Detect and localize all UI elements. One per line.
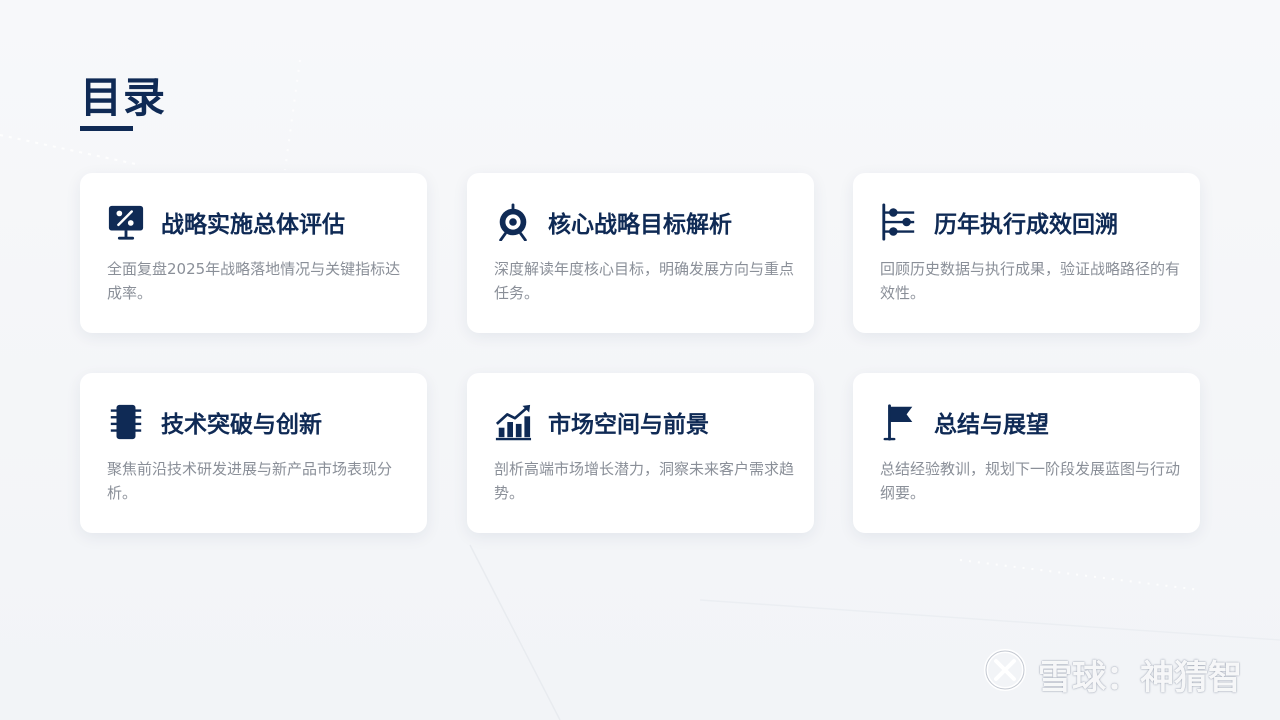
title-underline (80, 126, 133, 131)
background-decoration (0, 59, 1280, 720)
card-title: 技术突破与创新 (161, 412, 322, 438)
toc-card-market-outlook[interactable]: 市场空间与前景 剖析高端市场增长潜力，洞察未来客户需求趋势。 (467, 373, 814, 533)
target-icon (494, 202, 534, 242)
watermark: 雪球：神猜智 (982, 647, 1242, 702)
card-title: 总结与展望 (934, 412, 1049, 438)
page-title: 目录 (80, 73, 167, 122)
toc-card-core-goals[interactable]: 核心战略目标解析 深度解读年度核心目标，明确发展方向与重点任务。 (467, 173, 814, 333)
chip-icon (107, 402, 147, 442)
timeline-icon (880, 202, 920, 242)
snowball-logo-icon (982, 647, 1028, 702)
card-description: 总结经验教训，规划下一阶段发展蓝图与行动纲要。 (880, 460, 1181, 502)
card-description: 深度解读年度核心目标，明确发展方向与重点任务。 (494, 260, 795, 302)
card-title: 历年执行成效回溯 (934, 212, 1118, 238)
flag-icon (880, 402, 920, 442)
toc-card-summary-outlook[interactable]: 总结与展望 总结经验教训，规划下一阶段发展蓝图与行动纲要。 (853, 373, 1200, 533)
card-description: 回顾历史数据与执行成果，验证战略路径的有效性。 (880, 260, 1181, 302)
growth-chart-icon (494, 402, 534, 442)
presentation-percent-icon (107, 202, 147, 242)
card-description: 聚焦前沿技术研发进展与新产品市场表现分析。 (107, 460, 393, 502)
toc-card-history-review[interactable]: 历年执行成效回溯 回顾历史数据与执行成果，验证战略路径的有效性。 (853, 173, 1200, 333)
card-description: 剖析高端市场增长潜力，洞察未来客户需求趋势。 (494, 460, 795, 502)
watermark-text: 雪球：神猜智 (1038, 658, 1242, 698)
card-title: 市场空间与前景 (548, 412, 709, 438)
card-description: 全面复盘2025年战略落地情况与关键指标达成率。 (107, 260, 401, 302)
card-title: 核心战略目标解析 (548, 212, 732, 238)
card-title: 战略实施总体评估 (161, 212, 345, 238)
toc-card-tech-innovation[interactable]: 技术突破与创新 聚焦前沿技术研发进展与新产品市场表现分析。 (80, 373, 427, 533)
toc-card-strategy-assessment[interactable]: 战略实施总体评估 全面复盘2025年战略落地情况与关键指标达成率。 (80, 173, 427, 333)
